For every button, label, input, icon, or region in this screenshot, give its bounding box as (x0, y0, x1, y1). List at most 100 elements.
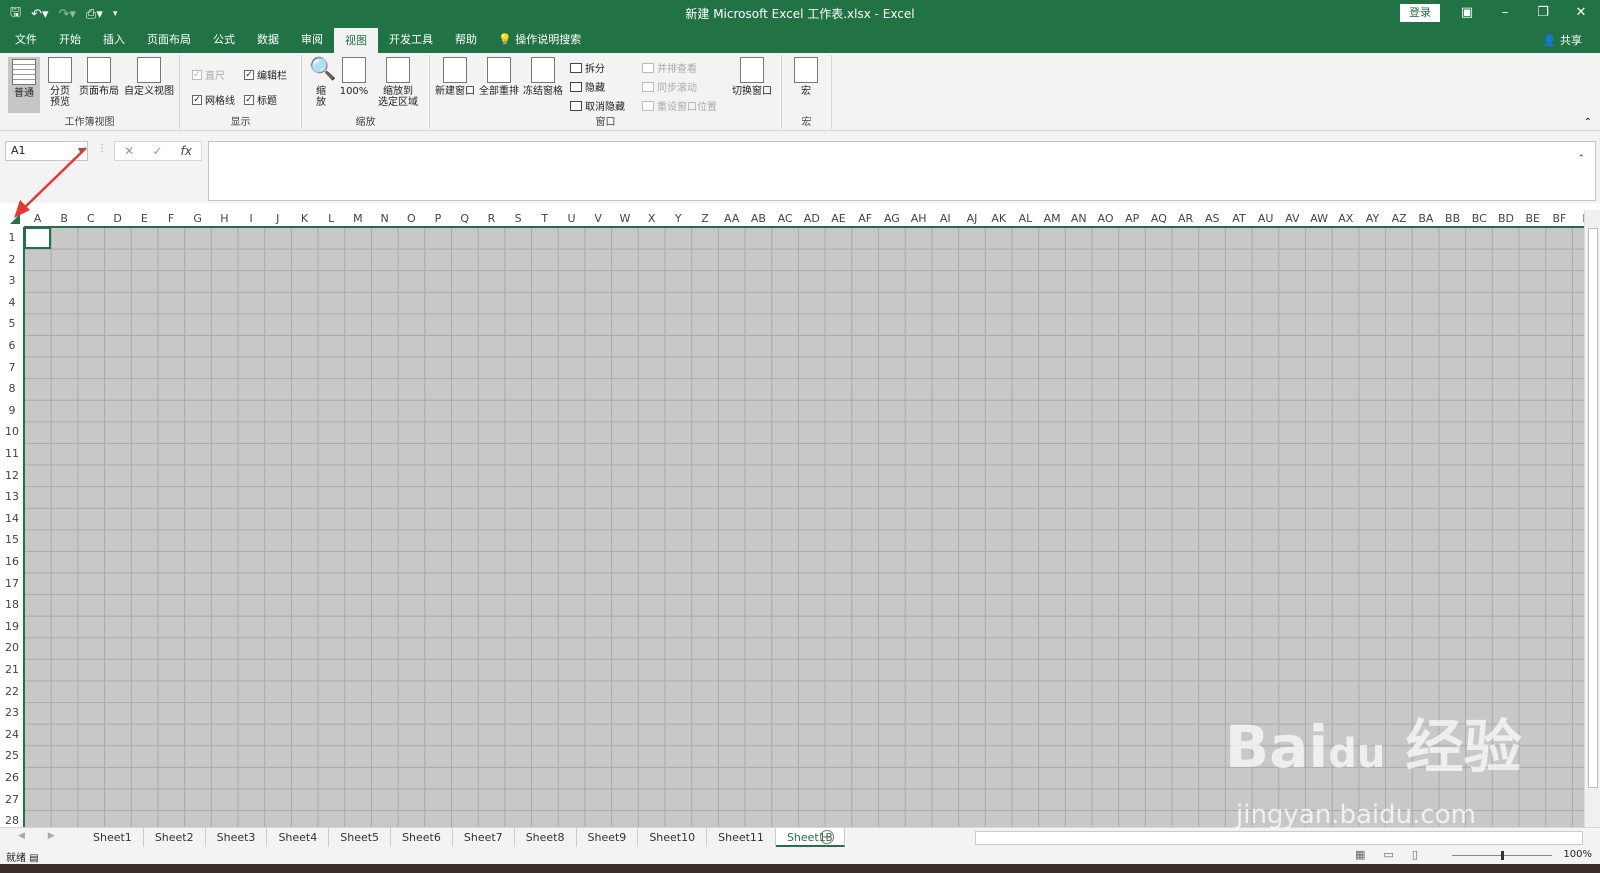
zoom-button[interactable]: 🔍 缩 放 (308, 57, 336, 108)
row-header[interactable]: 13 (0, 486, 24, 508)
column-header[interactable]: W (611, 210, 638, 227)
column-header[interactable]: BA (1412, 210, 1439, 227)
column-header[interactable]: BB (1439, 210, 1466, 227)
arrange-all-button[interactable]: 全部重排 (478, 57, 520, 97)
column-header[interactable]: AZ (1386, 210, 1413, 227)
vertical-scrollbar[interactable] (1584, 210, 1600, 827)
active-cell-a1[interactable] (24, 227, 51, 249)
formula-input[interactable]: ⌃ (208, 141, 1596, 201)
column-header[interactable]: AV (1279, 210, 1306, 227)
row-header[interactable]: 6 (0, 335, 24, 357)
switch-windows-button[interactable]: 切换窗口 (728, 57, 776, 97)
macros-button[interactable]: 宏 (790, 57, 822, 97)
tab-7[interactable]: 视图 (334, 28, 378, 53)
tab-1[interactable]: 开始 (48, 27, 92, 53)
sheet-tab[interactable]: Sheet4 (267, 828, 330, 847)
sheet-tab[interactable]: Sheet8 (515, 828, 577, 847)
row-header[interactable]: 5 (0, 313, 24, 335)
column-header[interactable]: A (24, 210, 51, 227)
column-header[interactable]: Z (692, 210, 719, 227)
column-header[interactable]: P (425, 210, 452, 227)
row-header[interactable]: 15 (0, 529, 24, 551)
column-header[interactable]: B (1573, 210, 1584, 227)
column-header[interactable]: BF (1546, 210, 1573, 227)
tab-5[interactable]: 数据 (246, 27, 290, 53)
column-header[interactable]: V (585, 210, 612, 227)
zoom-slider-thumb[interactable] (1501, 851, 1504, 860)
sheet-tab[interactable]: Sheet6 (391, 828, 453, 847)
row-header[interactable]: 16 (0, 551, 24, 573)
column-header[interactable]: C (77, 210, 104, 227)
column-header[interactable]: Q (451, 210, 478, 227)
row-header[interactable]: 4 (0, 292, 24, 314)
column-header[interactable]: AK (985, 210, 1012, 227)
row-header[interactable]: 18 (0, 594, 24, 616)
tell-me-search[interactable]: 💡 操作说明搜索 (498, 27, 581, 53)
collapse-ribbon-icon[interactable]: ⌃ (1584, 117, 1592, 128)
row-header[interactable]: 1 (0, 227, 24, 249)
sheet-tab[interactable]: Sheet7 (453, 828, 515, 847)
column-header[interactable]: M (344, 210, 371, 227)
sheet-tab[interactable]: Sheet3 (206, 828, 268, 847)
row-header[interactable]: 27 (0, 789, 24, 811)
sheet-tab[interactable]: Sheet13 (775, 828, 845, 847)
column-header[interactable]: AS (1199, 210, 1226, 227)
horizontal-scrollbar[interactable] (975, 831, 1583, 845)
column-header[interactable]: AB (745, 210, 772, 227)
column-header[interactable]: AG (878, 210, 905, 227)
column-header[interactable]: J (264, 210, 291, 227)
column-header[interactable]: BD (1493, 210, 1520, 227)
column-header[interactable]: AY (1359, 210, 1386, 227)
column-header[interactable]: K (291, 210, 318, 227)
tab-0[interactable]: 文件 (4, 27, 48, 53)
headings-checkbox[interactable]: ✓ 标题 (244, 92, 277, 107)
column-header[interactable]: AE (825, 210, 852, 227)
restore-icon[interactable]: ❐ (1524, 0, 1562, 27)
column-header[interactable]: AJ (959, 210, 986, 227)
column-header[interactable]: S (505, 210, 532, 227)
row-header[interactable]: 20 (0, 637, 24, 659)
side-by-side-button[interactable]: 并排查看 (642, 60, 697, 75)
sheet-tab[interactable]: Sheet5 (329, 828, 392, 847)
zoom-100-button[interactable]: 100% (338, 57, 370, 97)
row-header[interactable]: 26 (0, 767, 24, 789)
column-header[interactable]: BC (1466, 210, 1493, 227)
page-layout-status-icon[interactable]: ▭ (1383, 848, 1393, 861)
chevron-down-icon[interactable]: ▼ (78, 142, 84, 160)
login-button[interactable]: 登录 (1400, 4, 1440, 22)
formula-bar-checkbox[interactable]: ✓ 编辑栏 (244, 67, 287, 82)
sheet-nav-arrows-icon[interactable]: ◀ ▶ (18, 831, 65, 841)
expand-formula-icon[interactable]: ⌃ (1577, 154, 1585, 164)
column-header[interactable]: Y (665, 210, 692, 227)
column-header[interactable]: AC (772, 210, 799, 227)
hide-button[interactable]: 隐藏 (570, 79, 605, 94)
share-button[interactable]: 👤 共享 (1543, 32, 1582, 48)
enter-icon[interactable]: ✓ (152, 144, 162, 158)
minimize-icon[interactable]: – (1486, 0, 1524, 27)
gridlines-checkbox[interactable]: ✓ 网格线 (192, 92, 235, 107)
unhide-button[interactable]: 取消隐藏 (570, 98, 625, 113)
normal-view-button[interactable]: 普通 (8, 57, 40, 113)
column-header[interactable]: AM (1039, 210, 1066, 227)
row-header[interactable]: 21 (0, 659, 24, 681)
page-break-status-icon[interactable]: ▯ (1412, 848, 1418, 861)
sync-scroll-button[interactable]: 同步滚动 (642, 79, 697, 94)
column-header[interactable]: X (638, 210, 665, 227)
row-header[interactable]: 14 (0, 508, 24, 530)
column-header[interactable]: AF (852, 210, 879, 227)
row-header[interactable]: 9 (0, 400, 24, 422)
split-button[interactable]: 拆分 (570, 60, 605, 75)
column-header[interactable]: AL (1012, 210, 1039, 227)
row-header[interactable]: 11 (0, 443, 24, 465)
tab-2[interactable]: 插入 (92, 27, 136, 53)
name-box[interactable]: A1 ▼ (5, 141, 88, 161)
column-header[interactable]: G (184, 210, 211, 227)
column-header[interactable]: F (158, 210, 185, 227)
column-header[interactable]: E (131, 210, 158, 227)
column-header[interactable]: D (104, 210, 131, 227)
sheet-tab[interactable]: Sheet2 (144, 828, 206, 847)
column-header[interactable]: U (558, 210, 585, 227)
tab-6[interactable]: 审阅 (290, 27, 334, 53)
row-header[interactable]: 3 (0, 270, 24, 292)
column-header[interactable]: AI (932, 210, 959, 227)
